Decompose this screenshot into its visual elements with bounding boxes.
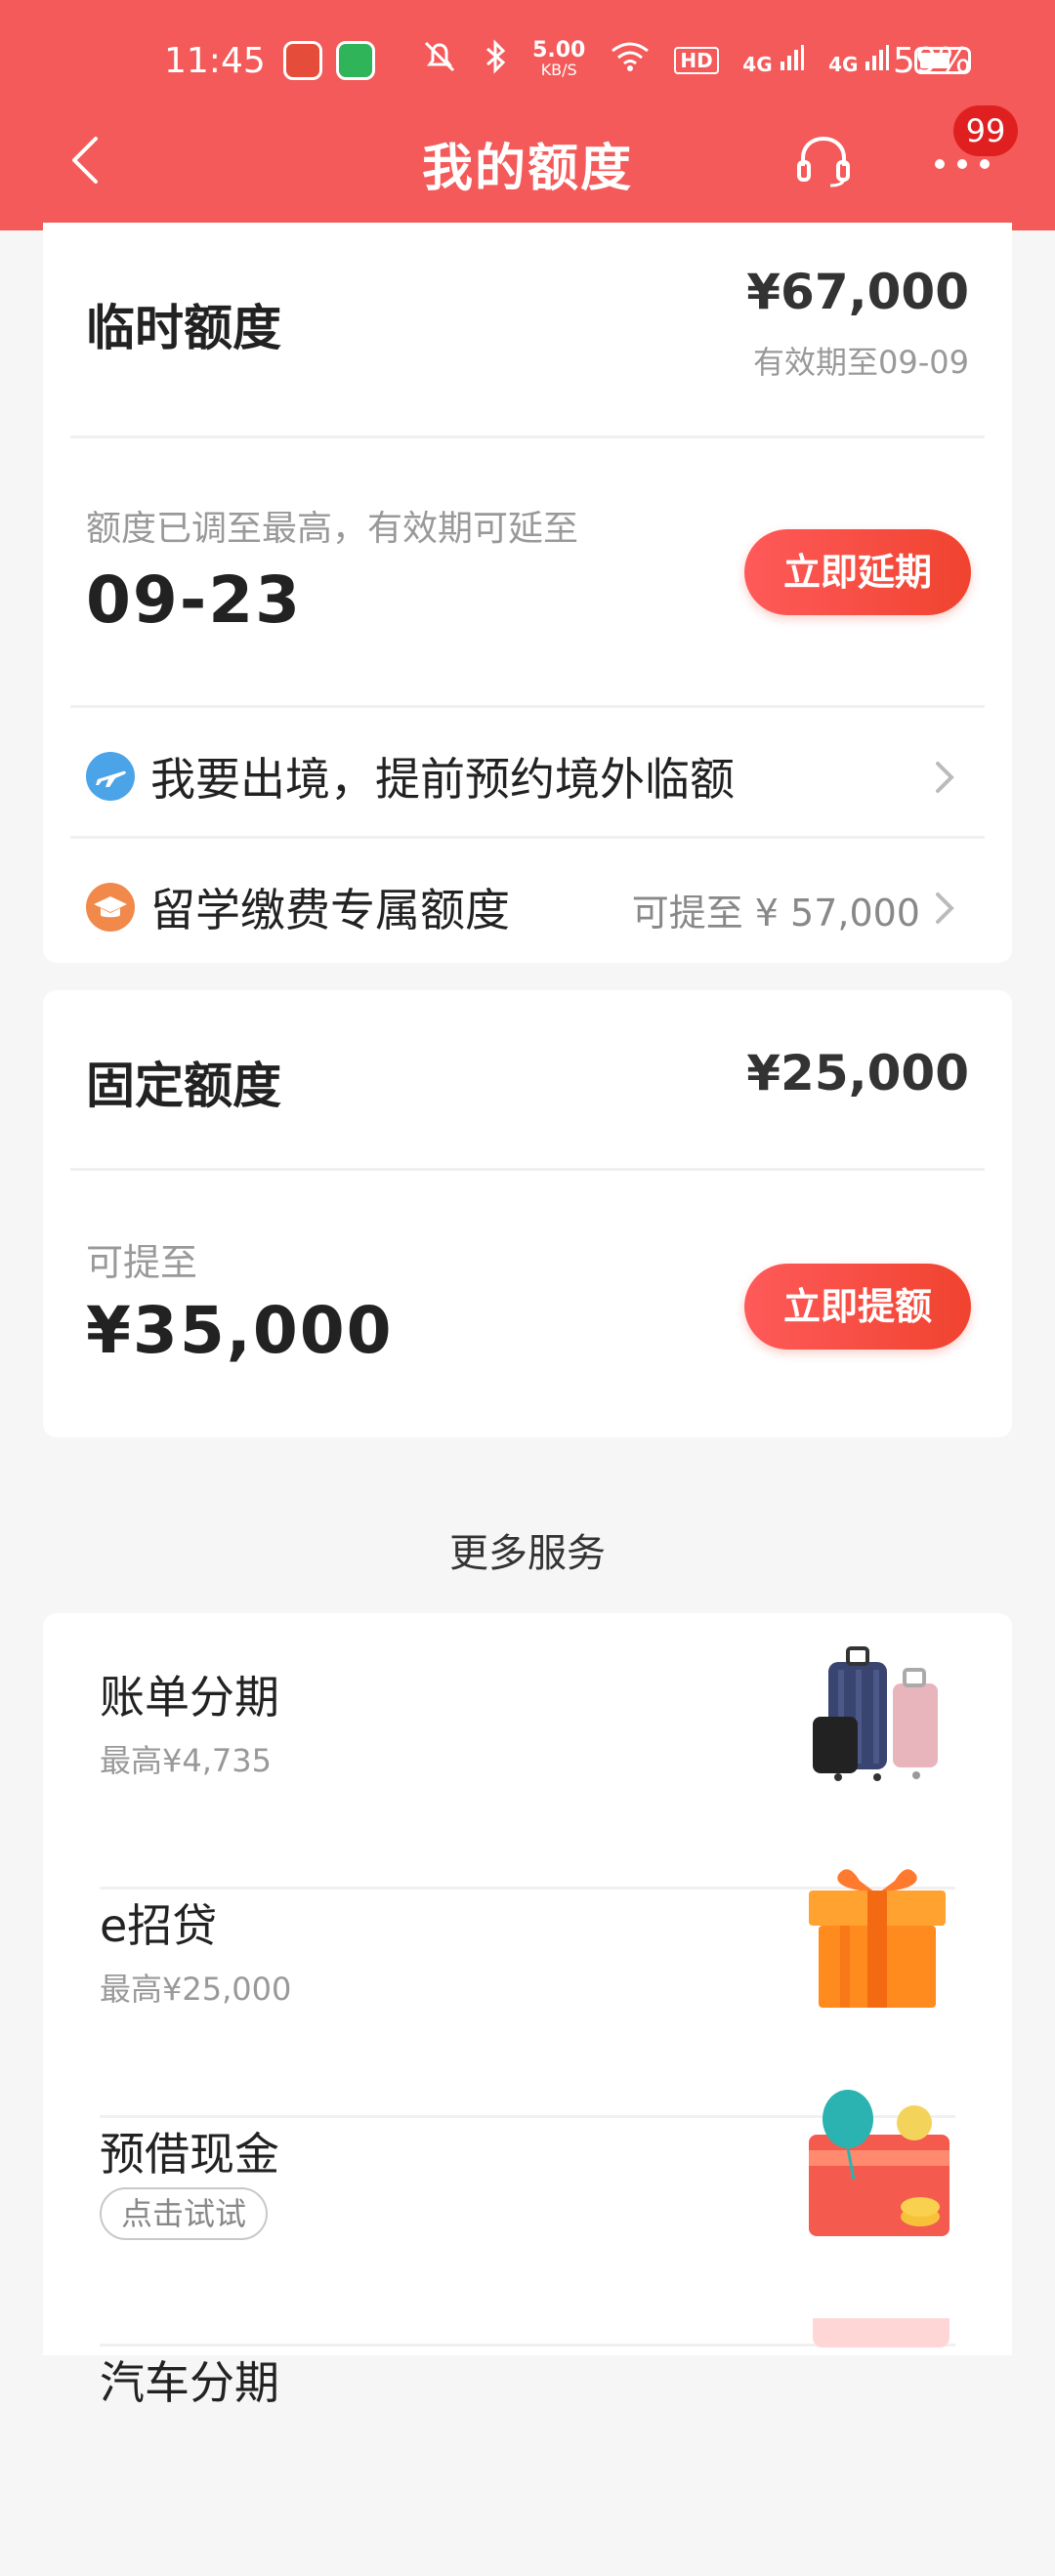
status-time: 11:45 xyxy=(164,41,266,81)
hd-icon: HD xyxy=(674,46,719,74)
battery-percent: 59% xyxy=(892,41,971,81)
status-icons: 5.00 KB/S HD 4G 4G xyxy=(420,39,971,81)
app-header: 11:45 5.00 KB/S HD 4G 4G 59% 我的额度 99 xyxy=(0,0,1055,230)
signal-icon-2: 4G xyxy=(828,44,890,76)
service-title: 汽车分期 xyxy=(100,2356,279,2409)
fixed-credit-title: 固定额度 xyxy=(86,1058,281,1114)
temp-credit-note: 额度已调至最高，有效期可延至 xyxy=(86,509,579,549)
temp-credit-card: 临时额度 ¥67,000 有效期至09-09 额度已调至最高，有效期可延至 09… xyxy=(43,223,1012,963)
status-bar: 11:45 5.00 KB/S HD 4G 4G 59% xyxy=(0,35,1055,90)
service-title: 预借现金 xyxy=(100,2128,279,2181)
customer-service-button[interactable] xyxy=(793,131,854,191)
services-card: 账单分期 最高¥4,735 e招贷 最高¥25,000 预借现金 点击试试 汽车… xyxy=(43,1613,1012,2409)
divider xyxy=(70,436,985,438)
service-title: e招贷 xyxy=(100,1899,218,1952)
raise-credit-button[interactable]: 立即提额 xyxy=(744,1264,971,1350)
divider xyxy=(70,705,985,708)
bluetooth-icon xyxy=(484,39,509,81)
wifi-icon xyxy=(610,41,651,79)
notification-badge: 99 xyxy=(953,105,1018,156)
luggage-illustration xyxy=(813,1646,938,1781)
extend-date: 09-23 xyxy=(86,562,303,638)
divider xyxy=(70,836,985,839)
graduation-cap-icon xyxy=(86,883,135,932)
service-title: 账单分期 xyxy=(100,1671,279,1724)
airplane-icon xyxy=(86,752,135,801)
temp-credit-title: 临时额度 xyxy=(86,300,281,356)
service-sub: 最高¥4,735 xyxy=(100,1742,272,1779)
overseas-credit-link[interactable]: 我要出境，提前预约境外临额 xyxy=(86,738,969,816)
link-label: 留学缴费专属额度 xyxy=(150,884,510,936)
chevron-right-icon xyxy=(936,893,954,924)
can-raise-label: 可提至 xyxy=(86,1241,198,1284)
nav-bar: 我的额度 99 xyxy=(0,105,1055,213)
notification-app-icon xyxy=(283,41,322,80)
headset-icon xyxy=(797,136,850,187)
fixed-credit-amount: ¥25,000 xyxy=(746,1045,969,1101)
mute-icon xyxy=(420,39,459,81)
study-abroad-credit-link[interactable]: 留学缴费专属额度 可提至 ¥ 57,000 xyxy=(86,869,969,947)
signal-icon-1: 4G xyxy=(742,44,804,76)
partial-illustration xyxy=(813,2318,950,2347)
link-label: 我要出境，提前预约境外临额 xyxy=(150,753,735,806)
divider xyxy=(70,1168,985,1171)
fixed-credit-card: 固定额度 ¥25,000 可提至 ¥35,000 立即提额 xyxy=(43,990,1012,1437)
chevron-right-icon xyxy=(936,762,954,793)
service-cash-advance[interactable]: 预借现金 点击试试 xyxy=(100,2090,955,2347)
service-bill-installment[interactable]: 账单分期 最高¥4,735 xyxy=(100,1646,955,1890)
gift-box-illustration xyxy=(809,1869,946,2008)
can-raise-amount: ¥35,000 xyxy=(86,1293,394,1368)
try-now-tag[interactable]: 点击试试 xyxy=(100,2187,269,2240)
temp-credit-amount: ¥67,000 xyxy=(746,264,969,320)
phone-app-icon xyxy=(336,41,375,80)
more-services-title: 更多服务 xyxy=(449,1531,606,1576)
temp-credit-valid: 有效期至09-09 xyxy=(753,344,969,381)
net-speed: 5.00 KB/S xyxy=(532,37,586,79)
page-title: 我的额度 xyxy=(421,140,633,198)
service-e-loan[interactable]: e招贷 最高¥25,000 xyxy=(100,1869,955,2119)
service-car-installment[interactable]: 汽车分期 xyxy=(100,2318,955,2576)
link-right-value: 可提至 ¥ 57,000 xyxy=(631,892,920,935)
card-balloon-illustration xyxy=(809,2090,950,2236)
service-sub: 最高¥25,000 xyxy=(100,1971,292,2008)
extend-button[interactable]: 立即延期 xyxy=(744,529,971,615)
